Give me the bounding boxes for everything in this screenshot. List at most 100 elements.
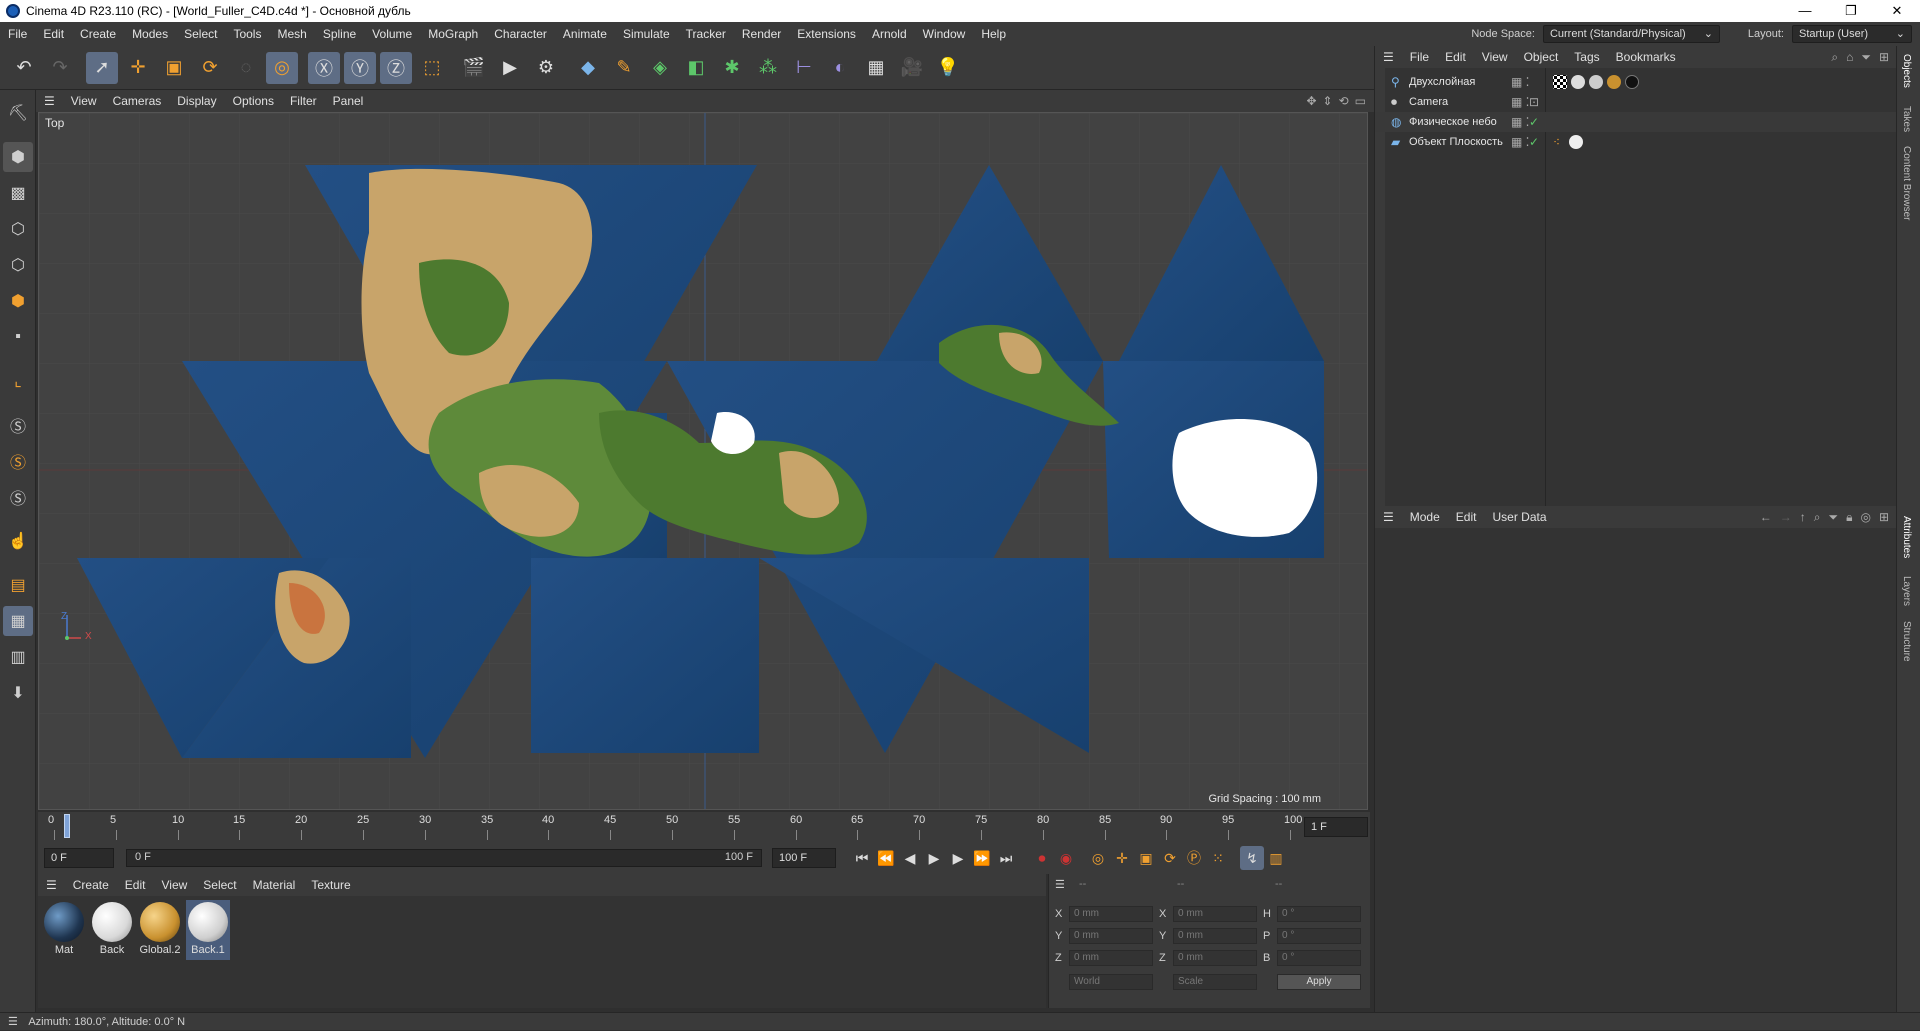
- go-to-start-icon[interactable]: ⏮: [850, 846, 874, 870]
- new-window-icon[interactable]: ⊞: [1879, 510, 1889, 525]
- key-pla-icon[interactable]: ⁙: [1206, 846, 1230, 870]
- play-icon[interactable]: ▶: [922, 846, 946, 870]
- timeline-window-icon[interactable]: ▥: [1264, 846, 1288, 870]
- render-settings-icon[interactable]: ⚙: [530, 52, 562, 84]
- menu-edit[interactable]: Edit: [35, 27, 72, 41]
- viewport-menu-cameras[interactable]: Cameras: [105, 94, 170, 108]
- start-frame-field[interactable]: 0 F: [44, 848, 114, 868]
- apply-button[interactable]: Apply: [1277, 974, 1361, 990]
- live-selection-icon[interactable]: ◎: [266, 51, 298, 84]
- rotate-tool-icon[interactable]: ⟳: [194, 52, 226, 84]
- undo-icon[interactable]: ↶: [8, 52, 40, 84]
- x-axis-lock-icon[interactable]: Ⓧ: [308, 51, 340, 84]
- go-to-end-icon[interactable]: ⏭: [994, 846, 1018, 870]
- checker-tag-icon[interactable]: [1553, 75, 1567, 89]
- material-menu-edit[interactable]: Edit: [117, 878, 154, 892]
- workplane-icon[interactable]: ▤: [3, 570, 33, 600]
- menu-volume[interactable]: Volume: [364, 27, 420, 41]
- menu-window[interactable]: Window: [915, 27, 974, 41]
- visibility-icon[interactable]: ▦ ⁚: [1511, 135, 1530, 149]
- phong-tag-icon[interactable]: ⁖: [1553, 135, 1560, 149]
- size-z-field[interactable]: 0 mm: [1173, 950, 1257, 966]
- menu-tools[interactable]: Tools: [225, 27, 269, 41]
- extrude-icon[interactable]: ◧: [680, 52, 712, 84]
- material-menu-texture[interactable]: Texture: [303, 878, 358, 892]
- rotation-p-field[interactable]: 0 °: [1277, 928, 1361, 944]
- hamburger-icon[interactable]: ☰: [1055, 878, 1065, 891]
- pan-icon[interactable]: ✥: [1306, 94, 1316, 108]
- orbit-icon[interactable]: ⟲: [1339, 94, 1349, 108]
- key-rotation-icon[interactable]: ⟳: [1158, 846, 1182, 870]
- camera-icon[interactable]: 🎥: [896, 52, 928, 84]
- solo-icon[interactable]: ⬇: [3, 678, 33, 708]
- uv-mode-icon[interactable]: ▪: [3, 322, 33, 352]
- target-icon[interactable]: ◎: [1860, 510, 1870, 525]
- hamburger-icon[interactable]: ☰: [1375, 50, 1402, 64]
- size-y-field[interactable]: 0 mm: [1173, 928, 1257, 944]
- material-menu-material[interactable]: Material: [245, 878, 304, 892]
- material-tag-icon[interactable]: [1607, 75, 1621, 89]
- material-menu-view[interactable]: View: [153, 878, 195, 892]
- toggle-view-icon[interactable]: ▭: [1355, 94, 1366, 108]
- next-frame-icon[interactable]: ▶: [946, 846, 970, 870]
- axis-mode-icon[interactable]: ⌞: [3, 366, 33, 396]
- objects-menu-edit[interactable]: Edit: [1437, 50, 1474, 64]
- menu-character[interactable]: Character: [486, 27, 555, 41]
- material-item[interactable]: Global.2: [138, 900, 182, 960]
- viewport-menu-display[interactable]: Display: [169, 94, 224, 108]
- light-icon[interactable]: 💡: [932, 52, 964, 84]
- search-icon[interactable]: ⌕: [1831, 50, 1838, 65]
- size-x-field[interactable]: 0 mm: [1173, 906, 1257, 922]
- attributes-menu-mode[interactable]: Mode: [1402, 510, 1448, 524]
- snap-icon[interactable]: Ⓢ: [3, 410, 33, 440]
- material-menu-select[interactable]: Select: [195, 878, 244, 892]
- menu-animate[interactable]: Animate: [555, 27, 615, 41]
- position-y-field[interactable]: 0 mm: [1069, 928, 1153, 944]
- workplane-align-icon[interactable]: ▥: [3, 642, 33, 672]
- material-tag-icon[interactable]: [1569, 135, 1583, 149]
- polygons-mode-icon[interactable]: ⬢: [3, 286, 33, 316]
- viewport-menu-panel[interactable]: Panel: [325, 94, 372, 108]
- tab-structure[interactable]: Structure: [1901, 621, 1912, 662]
- lock-icon[interactable]: 🔒︎: [1846, 510, 1852, 525]
- material-tag-icon[interactable]: [1571, 75, 1585, 89]
- hamburger-icon[interactable]: ☰: [0, 1016, 26, 1028]
- position-x-field[interactable]: 0 mm: [1069, 906, 1153, 922]
- menu-extensions[interactable]: Extensions: [789, 27, 864, 41]
- menu-mesh[interactable]: Mesh: [269, 27, 314, 41]
- attributes-menu-user-data[interactable]: User Data: [1484, 510, 1554, 524]
- rotation-b-field[interactable]: 0 °: [1277, 950, 1361, 966]
- object-row[interactable]: ⚲ Двухслойная ▦ ⁚: [1375, 72, 1897, 92]
- viewport-menu-view[interactable]: View: [63, 94, 105, 108]
- material-item[interactable]: Back: [90, 900, 134, 960]
- close-button[interactable]: ✕: [1874, 0, 1920, 22]
- material-tag-icon[interactable]: [1625, 75, 1639, 89]
- menu-file[interactable]: File: [0, 27, 35, 41]
- key-scale-icon[interactable]: ▣: [1134, 846, 1158, 870]
- check-icon[interactable]: ✓: [1529, 115, 1539, 129]
- end-frame-field[interactable]: 100 F: [772, 848, 836, 868]
- object-row[interactable]: ▰ Объект Плоскость ▦ ⁚ ✓ ⁖: [1375, 132, 1897, 152]
- objects-menu-file[interactable]: File: [1402, 50, 1437, 64]
- hamburger-icon[interactable]: ☰: [1375, 510, 1402, 524]
- tab-objects[interactable]: Objects: [1901, 54, 1912, 88]
- move-select-icon[interactable]: ➚: [86, 51, 118, 84]
- deformer-icon[interactable]: ⊢: [788, 52, 820, 84]
- menu-simulate[interactable]: Simulate: [615, 27, 678, 41]
- viewport-menu-options[interactable]: Options: [225, 94, 282, 108]
- menu-mograph[interactable]: MoGraph: [420, 27, 486, 41]
- snap-settings-icon[interactable]: Ⓢ: [3, 446, 33, 476]
- recent-tool-icon[interactable]: ◌: [230, 52, 262, 84]
- filter-icon[interactable]: ⏷: [1861, 50, 1871, 65]
- snap-3d-icon[interactable]: Ⓢ: [3, 482, 33, 512]
- visibility-icon[interactable]: ▦ ⁚: [1511, 115, 1530, 129]
- material-tag-icon[interactable]: [1589, 75, 1603, 89]
- key-position-icon[interactable]: ✛: [1110, 846, 1134, 870]
- record-icon[interactable]: ⏺: [1030, 846, 1054, 870]
- visibility-icon[interactable]: ▦ ⁚: [1511, 95, 1530, 109]
- menu-select[interactable]: Select: [176, 27, 225, 41]
- hamburger-icon[interactable]: ☰: [38, 878, 65, 892]
- locked-workplane-icon[interactable]: ▦: [3, 606, 33, 636]
- hamburger-icon[interactable]: ☰: [36, 94, 63, 108]
- menu-create[interactable]: Create: [72, 27, 124, 41]
